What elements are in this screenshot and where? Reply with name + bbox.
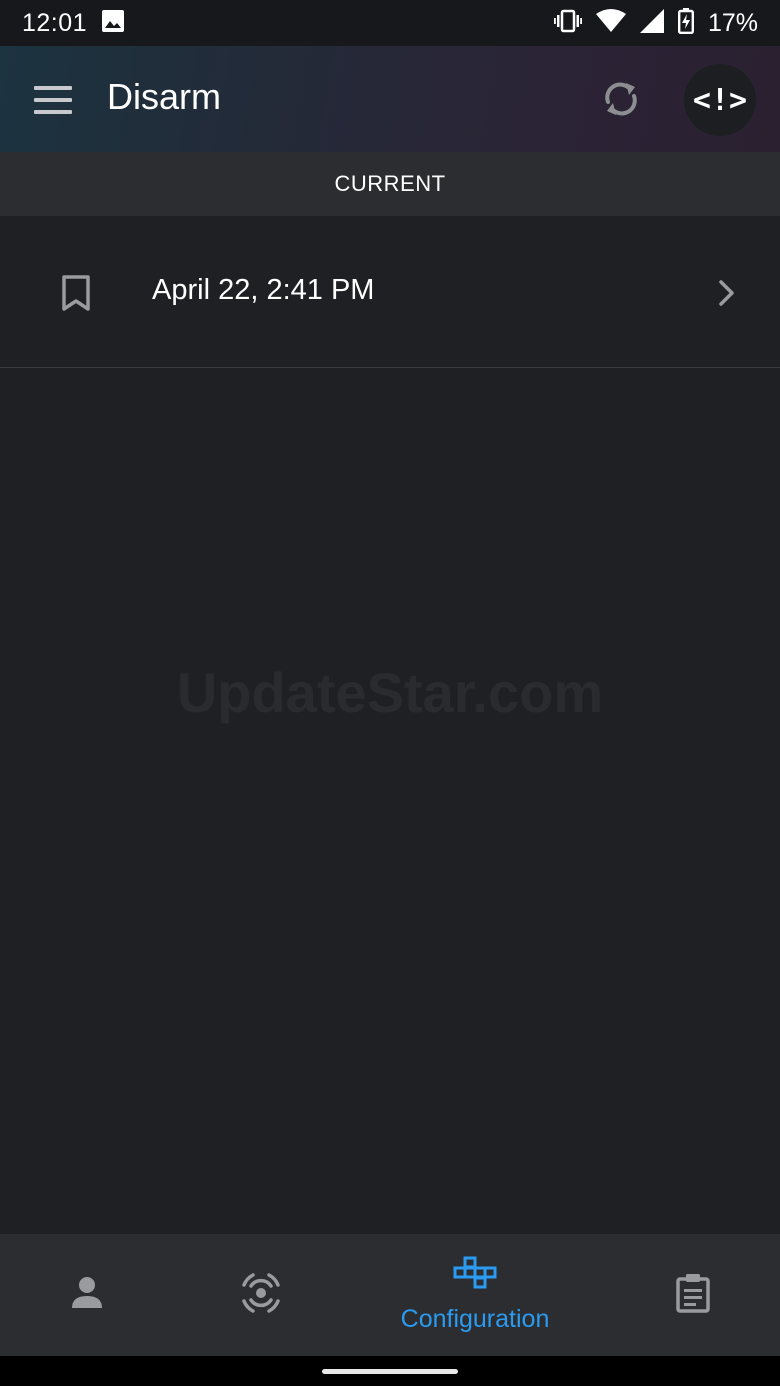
person-icon: [70, 1276, 104, 1315]
list-item-label: April 22, 2:41 PM: [152, 274, 375, 306]
home-indicator[interactable]: [322, 1369, 458, 1374]
signal-icon: [639, 8, 664, 38]
tab-current[interactable]: CURRENT: [334, 171, 445, 197]
gesture-bar: [0, 1356, 780, 1386]
image-icon: [101, 9, 125, 38]
watermark: UpdateStar.com: [176, 661, 604, 724]
code-button[interactable]: <!>: [684, 64, 756, 136]
status-right: 17%: [553, 7, 758, 39]
bottom-nav: Configuration: [0, 1234, 780, 1356]
chevron-right-icon: [716, 278, 738, 308]
vibrate-icon: [553, 9, 582, 38]
nav-profile[interactable]: [44, 1234, 130, 1356]
tab-bar: CURRENT: [0, 152, 780, 216]
bookmark-icon: [60, 274, 92, 312]
nav-target[interactable]: [216, 1234, 306, 1356]
configuration-icon: [453, 1256, 497, 1295]
status-left: 12:01: [22, 9, 125, 38]
clipboard-icon: [675, 1273, 711, 1318]
nav-configuration-label: Configuration: [400, 1305, 550, 1333]
status-time: 12:01: [22, 8, 88, 37]
nav-clipboard[interactable]: [650, 1234, 736, 1356]
target-icon: [239, 1271, 283, 1320]
screen: 12:01 17% Disarm <!> CURRENT April 22, 2…: [0, 0, 780, 1386]
menu-icon[interactable]: [34, 86, 72, 114]
nav-configuration[interactable]: Configuration: [380, 1234, 570, 1356]
page-title: Disarm: [107, 76, 221, 117]
battery-percent: 17%: [707, 8, 758, 37]
app-bar: Disarm <!>: [0, 46, 780, 152]
wifi-icon: [595, 8, 626, 38]
battery-charging-icon: [677, 7, 694, 39]
sync-icon[interactable]: [596, 74, 646, 124]
status-bar: 12:01 17%: [0, 0, 780, 46]
list-item[interactable]: April 22, 2:41 PM: [0, 216, 780, 368]
